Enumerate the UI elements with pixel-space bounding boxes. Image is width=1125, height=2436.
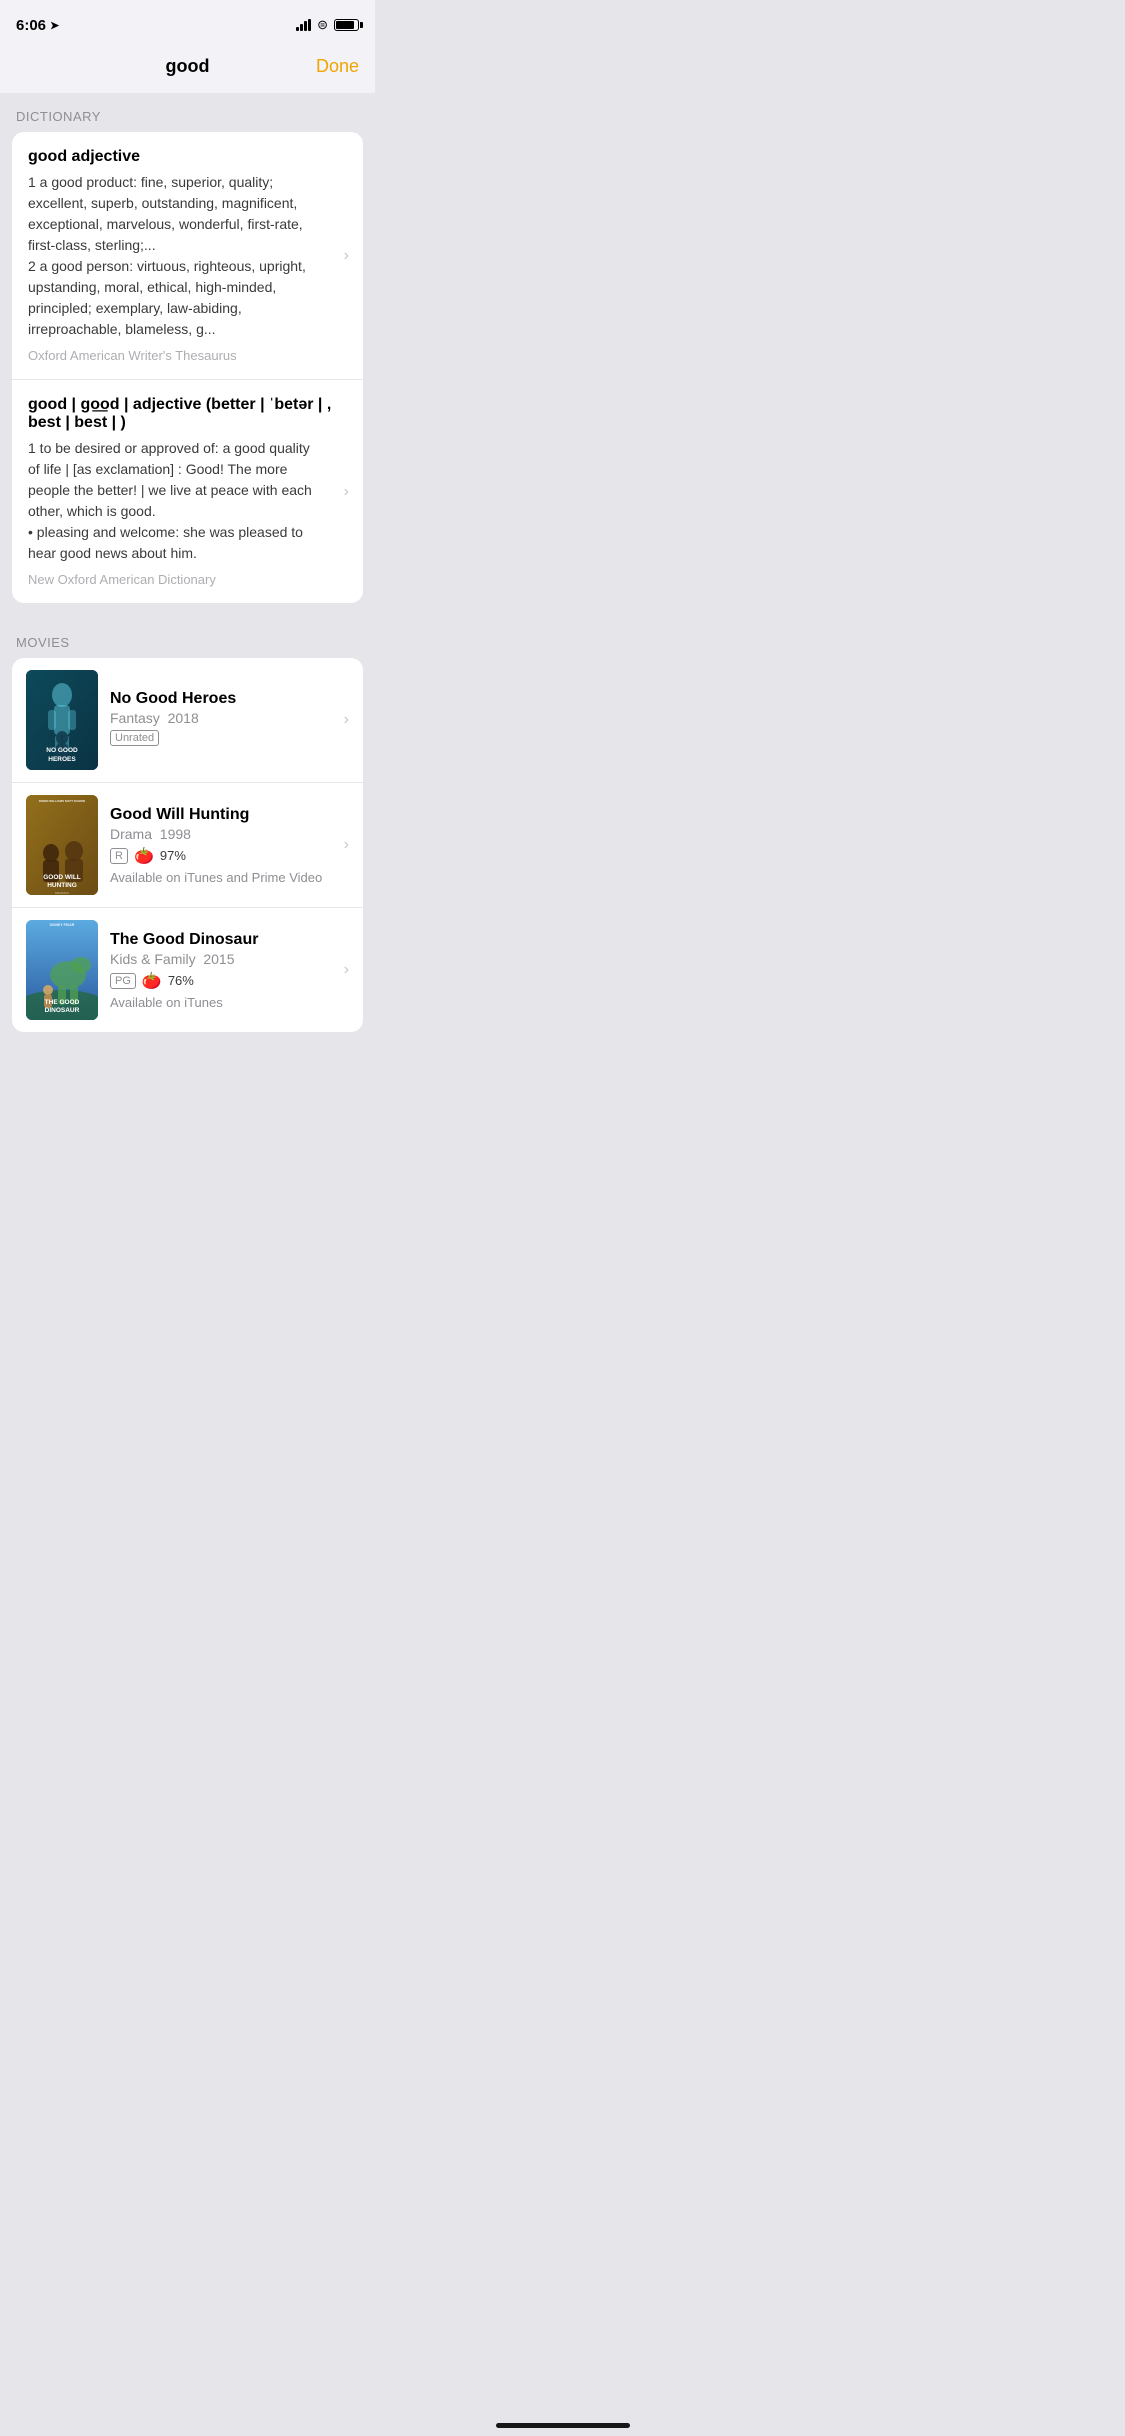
status-icons: ⊜ [296,17,359,33]
signal-icon [296,19,311,31]
rating-badge-good-will-hunting: R [110,848,128,864]
movie-item-good-will-hunting[interactable]: ROBIN WILLIAMS MATT DAMON GOOD WILLHUNTI… [12,782,363,907]
rating-badge-no-good-heroes: Unrated [110,730,159,746]
rt-score-good-dinosaur: 76% [168,973,194,988]
movie-meta-good-dinosaur: Kids & Family 2015 [110,951,329,967]
movie-rating-row-good-will-hunting: R 🍅 97% [110,846,329,866]
movie-poster-good-dinosaur: DISNEY PIXAR THE GOODDINOSAUR [26,920,98,1020]
done-button[interactable]: Done [316,56,359,77]
header: good Done [0,44,375,93]
movie-item-no-good-heroes[interactable]: EXTINCTION IS IMMINENT [12,658,363,782]
thesaurus-entry-body: 1 a good product: fine, superior, qualit… [28,172,347,340]
page-title: good [166,56,210,77]
dictionary-entry[interactable]: good | go͟od | adjective (better | ˈbetə… [12,379,363,603]
location-icon: ➤ [50,19,59,32]
dictionary-section-header: DICTIONARY [0,93,375,132]
movie-poster-no-good-heroes: EXTINCTION IS IMMINENT [26,670,98,770]
movie-chevron-good-will-hunting-icon: › [344,836,349,854]
movie-info-good-dinosaur: The Good Dinosaur Kids & Family 2015 PG … [110,931,349,1010]
movie-rating-row-good-dinosaur: PG 🍅 76% [110,971,329,991]
movies-card: EXTINCTION IS IMMINENT [12,658,363,1032]
status-bar: 6:06 ➤ ⊜ [0,0,375,44]
movie-availability-good-dinosaur: Available on iTunes [110,995,329,1010]
rt-tomato-icon: 🍅 [134,846,154,866]
movie-info-no-good-heroes: No Good Heroes Fantasy 2018 Unrated [110,690,349,750]
dictionary-entry-body: 1 to be desired or approved of: a good q… [28,438,347,564]
movie-availability-good-will-hunting: Available on iTunes and Prime Video [110,870,329,885]
rating-badge-good-dinosaur: PG [110,973,136,989]
wifi-icon: ⊜ [317,17,328,33]
movie-item-good-dinosaur[interactable]: DISNEY PIXAR THE GOODDINOSAUR The Good D… [12,907,363,1032]
dictionary-chevron-icon: › [344,483,349,501]
movie-info-good-will-hunting: Good Will Hunting Drama 1998 R 🍅 97% Ava… [110,806,349,885]
movie-meta-no-good-heroes: Fantasy 2018 [110,710,329,726]
movie-title-no-good-heroes: No Good Heroes [110,690,329,708]
movies-section-header: MOVIES [0,619,375,658]
movie-rating-row-no-good-heroes: Unrated [110,730,329,746]
movie-title-good-will-hunting: Good Will Hunting [110,806,329,824]
home-indicator [496,2423,630,2428]
rt-score-good-will-hunting: 97% [160,848,186,863]
dictionary-entry-title: good | go͟od | adjective (better | ˈbetə… [28,396,347,432]
dictionary-source: New Oxford American Dictionary [28,572,347,587]
rt-tomato-icon-2: 🍅 [142,971,162,991]
movie-title-good-dinosaur: The Good Dinosaur [110,931,329,949]
content: DICTIONARY good adjective 1 a good produ… [0,93,375,1068]
thesaurus-entry[interactable]: good adjective 1 a good product: fine, s… [12,132,363,379]
movie-chevron-no-good-heroes-icon: › [344,711,349,729]
battery-icon [334,19,359,31]
movie-poster-good-will-hunting: ROBIN WILLIAMS MATT DAMON GOOD WILLHUNTI… [26,795,98,895]
movie-chevron-good-dinosaur-icon: › [344,961,349,979]
movie-meta-good-will-hunting: Drama 1998 [110,826,329,842]
status-time: 6:06 ➤ [16,17,59,34]
thesaurus-entry-title: good adjective [28,148,347,166]
thesaurus-chevron-icon: › [344,247,349,265]
dictionary-card: good adjective 1 a good product: fine, s… [12,132,363,603]
thesaurus-source: Oxford American Writer's Thesaurus [28,348,347,363]
